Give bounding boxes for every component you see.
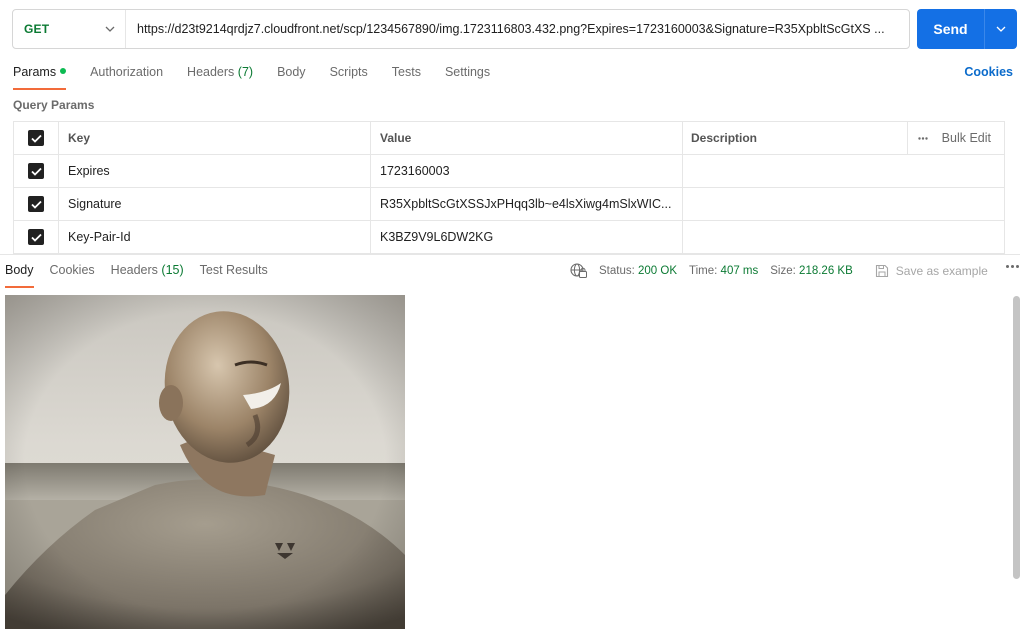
check-icon: [30, 167, 42, 176]
bulk-edit-button[interactable]: Bulk Edit: [906, 122, 1004, 154]
network-icon[interactable]: [570, 263, 587, 278]
save-as-example-label: Save as example: [895, 263, 988, 278]
query-params-table: Key Value Description Bulk Edit Expires …: [13, 121, 1005, 254]
select-all-cell: [14, 122, 59, 154]
param-value-text: R35XpbltScGtXSSJxPHqq3lb~e4lsXiwg4mSlxWI…: [380, 197, 672, 211]
send-button-group: Send: [917, 9, 1017, 49]
tab-label: Headers: [187, 65, 235, 79]
tab-response-headers[interactable]: Headers (15): [111, 260, 184, 288]
method-label: GET: [24, 22, 50, 36]
row-check-cell: [14, 221, 59, 253]
more-options-icon[interactable]: [1006, 265, 1019, 268]
response-tabs: Body Cookies Headers (15) Test Results: [5, 260, 284, 288]
time-readout[interactable]: Time: 407 ms: [689, 265, 758, 277]
table-row: Expires 1723160003: [14, 155, 1004, 188]
tab-params[interactable]: Params: [13, 62, 67, 90]
save-as-example-button[interactable]: Save as example: [875, 264, 988, 278]
tab-count: (7): [237, 65, 254, 79]
param-value-text: 1723160003: [380, 164, 450, 178]
tab-label: Tests: [391, 65, 421, 79]
size-label: Size:: [770, 264, 796, 277]
query-params-title: Query Params: [13, 98, 95, 112]
tab-tests[interactable]: Tests: [392, 62, 421, 90]
tab-label: Body: [277, 65, 306, 79]
bulk-edit-label: Bulk Edit: [941, 131, 991, 145]
url-text: https://d23t9214qrdjz7.cloudfront.net/sc…: [137, 22, 885, 36]
column-header-description: Description Bulk Edit: [683, 122, 1004, 154]
table-header-row: Key Value Description Bulk Edit: [14, 122, 1004, 155]
time-label: Time:: [689, 264, 718, 277]
tab-headers[interactable]: Headers (7): [187, 62, 253, 90]
status-label: Status:: [599, 264, 635, 277]
param-key-cell[interactable]: Signature: [59, 188, 371, 220]
tab-authorization[interactable]: Authorization: [90, 62, 163, 90]
status-readout[interactable]: Status: 200 OK: [599, 265, 677, 277]
row-check-cell: [14, 155, 59, 187]
param-value-cell[interactable]: 1723160003: [371, 155, 683, 187]
param-value-cell[interactable]: R35XpbltScGtXSSJxPHqq3lb~e4lsXiwg4mSlxWI…: [371, 188, 683, 220]
column-header-value: Value: [371, 122, 683, 154]
tab-label: Headers: [110, 263, 158, 277]
save-icon: [875, 264, 888, 277]
tab-label: Body: [5, 263, 34, 277]
cookies-link[interactable]: Cookies: [964, 62, 1013, 83]
tab-label: Settings: [444, 65, 491, 79]
tab-response-body[interactable]: Body: [5, 260, 34, 288]
param-description-cell[interactable]: [683, 188, 1004, 220]
check-icon: [30, 233, 42, 242]
tab-response-cookies[interactable]: Cookies: [50, 260, 95, 288]
table-row: Signature R35XpbltScGtXSSJxPHqq3lb~e4lsX…: [14, 188, 1004, 221]
row-check-cell: [14, 188, 59, 220]
tab-label: Scripts: [329, 65, 368, 79]
select-all-checkbox[interactable]: [28, 130, 44, 146]
tab-label: Authorization: [90, 65, 164, 79]
response-meta: Status: 200 OK Time: 407 ms Size: 218.26…: [570, 260, 988, 281]
params-active-dot: [60, 68, 67, 74]
response-image: [5, 295, 405, 629]
request-bar: GET https://d23t9214qrdjz7.cloudfront.ne…: [12, 9, 910, 49]
row-checkbox[interactable]: [28, 163, 44, 179]
tab-label: Test Results: [199, 263, 268, 277]
send-options-button[interactable]: [985, 9, 1017, 49]
response-scrollbar[interactable]: [1013, 296, 1020, 579]
tab-settings[interactable]: Settings: [445, 62, 490, 90]
tab-scripts[interactable]: Scripts: [330, 62, 368, 90]
photo-image: [5, 295, 405, 629]
tab-label: Params: [13, 65, 57, 79]
param-description-cell[interactable]: [683, 221, 1004, 253]
row-checkbox[interactable]: [28, 229, 44, 245]
param-key-cell[interactable]: Key-Pair-Id: [59, 221, 371, 253]
response-divider[interactable]: [0, 254, 1020, 255]
time-value: 407 ms: [720, 264, 759, 277]
param-value-cell[interactable]: K3BZ9V9L6DW2KG: [371, 221, 683, 253]
request-tabs: Params Authorization Headers (7) Body Sc…: [13, 62, 514, 90]
status-value: 200 OK: [638, 264, 678, 277]
chevron-down-icon: [996, 26, 1006, 32]
check-icon: [30, 134, 42, 143]
row-checkbox[interactable]: [28, 196, 44, 212]
tab-test-results[interactable]: Test Results: [200, 260, 268, 288]
size-readout[interactable]: Size: 218.26 KB: [770, 265, 853, 277]
chevron-down-icon: [105, 26, 115, 32]
more-horizontal-icon: [917, 136, 928, 140]
table-row: Key-Pair-Id K3BZ9V9L6DW2KG: [14, 221, 1004, 254]
param-key-cell[interactable]: Expires: [59, 155, 371, 187]
param-value-text: K3BZ9V9L6DW2KG: [380, 230, 494, 244]
tab-body[interactable]: Body: [277, 62, 306, 90]
check-icon: [30, 200, 42, 209]
tab-label: Cookies: [49, 263, 95, 277]
size-value: 218.26 KB: [799, 264, 853, 277]
description-header-label: Description: [691, 131, 758, 145]
param-description-cell[interactable]: [683, 155, 1004, 187]
url-input[interactable]: https://d23t9214qrdjz7.cloudfront.net/sc…: [126, 10, 909, 48]
method-select[interactable]: GET: [13, 10, 126, 48]
column-header-key: Key: [59, 122, 371, 154]
send-button[interactable]: Send: [917, 21, 984, 37]
tab-count: (15): [161, 263, 184, 277]
